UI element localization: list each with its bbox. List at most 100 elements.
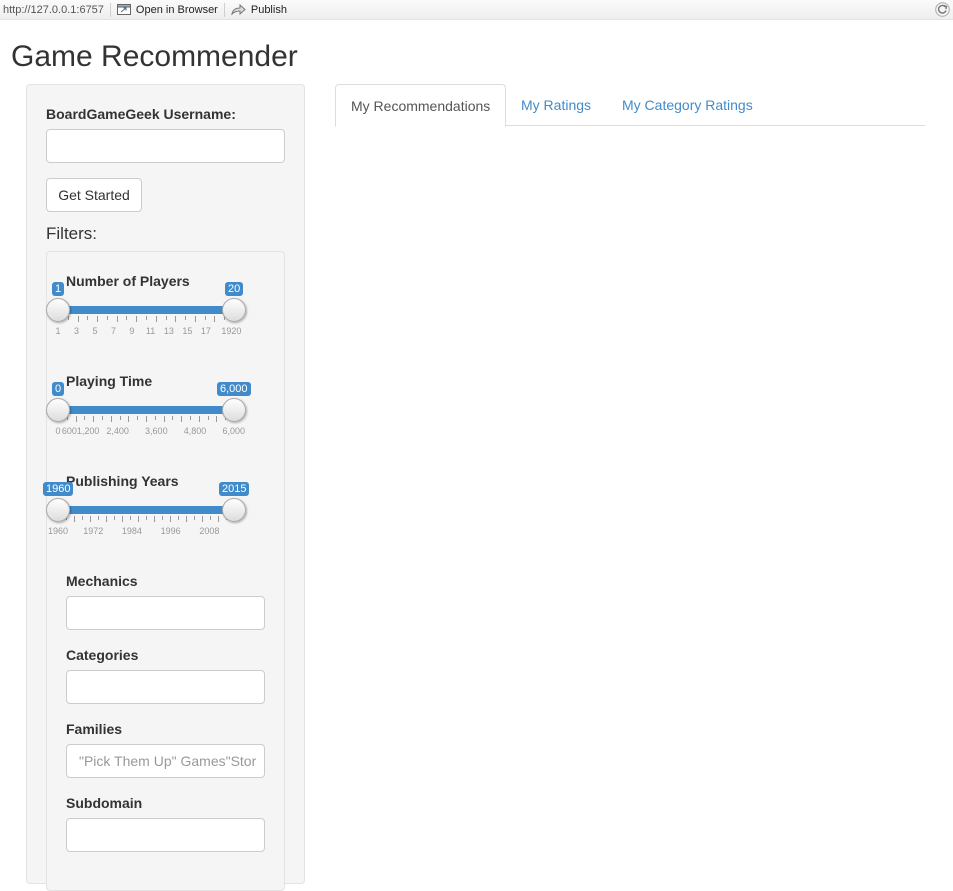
slider-ticks bbox=[58, 316, 235, 324]
slider-tick-label: 1 bbox=[55, 326, 61, 336]
publish-label: Publish bbox=[250, 3, 287, 16]
slider-tick bbox=[138, 516, 139, 522]
slider-tick bbox=[87, 316, 89, 320]
families-input[interactable]: "Pick Them Up" Games"Stor bbox=[66, 744, 265, 778]
publishing-years-slider[interactable]: 1960 1972 1984 1996 2008 1960 2015 bbox=[43, 452, 286, 536]
slider-tick bbox=[90, 516, 91, 522]
slider-tick-label: 3 bbox=[73, 326, 79, 336]
slider-tick bbox=[155, 316, 157, 322]
slider-tick-label: 15 bbox=[182, 326, 193, 336]
slider-tick bbox=[214, 316, 216, 322]
get-started-button[interactable]: Get Started bbox=[46, 178, 142, 212]
slider-tick-label: 0 bbox=[55, 426, 61, 436]
slider-value-from: 1 bbox=[52, 282, 65, 296]
publish-button[interactable]: Publish bbox=[231, 3, 287, 16]
slider-ticks bbox=[58, 416, 235, 424]
slider-tick bbox=[165, 316, 167, 320]
slider-tick-label: 5 bbox=[92, 326, 98, 336]
slider-value-to: 2015 bbox=[219, 482, 250, 496]
slider-tick bbox=[102, 416, 103, 420]
slider-tick bbox=[198, 416, 200, 422]
slider-tick bbox=[178, 516, 179, 520]
subdomain-input[interactable] bbox=[66, 818, 265, 852]
slider-handle-from[interactable] bbox=[46, 498, 70, 522]
slider-tick bbox=[119, 416, 121, 420]
slider-tick bbox=[163, 416, 165, 422]
slider-handle-to[interactable] bbox=[222, 498, 246, 522]
slider-tick bbox=[190, 416, 191, 420]
slider-handle-to[interactable] bbox=[222, 398, 246, 422]
slider-tick bbox=[175, 316, 177, 322]
slider-tick-label: 2008 bbox=[199, 526, 220, 536]
slider-tick-label: 1996 bbox=[160, 526, 181, 536]
slider-tick-label: 1920 bbox=[221, 326, 242, 336]
slider-tick bbox=[84, 416, 86, 420]
slider-tick-label: 6001,200 bbox=[61, 426, 100, 436]
slider-tick bbox=[114, 516, 115, 520]
mechanics-input[interactable] bbox=[66, 596, 265, 630]
slider-handle-from[interactable] bbox=[46, 398, 70, 422]
slider-tick-label: 4,800 bbox=[183, 426, 207, 436]
slider-tick bbox=[110, 416, 112, 422]
slider-tick bbox=[186, 516, 187, 522]
slider-tick-label: 13 bbox=[163, 326, 174, 336]
playing-time-slider[interactable]: 0 6001,200 2,400 3,600 4,800 6,000 0 6,000 bbox=[46, 352, 286, 436]
slider-tick bbox=[207, 416, 209, 420]
username-label: BoardGameGeek Username: bbox=[46, 106, 236, 122]
slider-handle-from[interactable] bbox=[46, 298, 70, 322]
tab-my-recommendations[interactable]: My Recommendations bbox=[335, 84, 507, 127]
open-in-browser-button[interactable]: Open in Browser bbox=[116, 4, 218, 16]
slider-tick bbox=[126, 316, 128, 320]
slider-tick bbox=[82, 516, 83, 520]
slider-tick-label: 3,600 bbox=[145, 426, 168, 436]
slider-range-bar bbox=[58, 406, 234, 414]
slider-tick-label: 1984 bbox=[121, 526, 142, 536]
slider-range-bar bbox=[58, 306, 234, 314]
slider-value-to: 20 bbox=[225, 282, 244, 296]
mechanics-label: Mechanics bbox=[66, 573, 138, 589]
slider-tick bbox=[136, 316, 138, 322]
slider-tick bbox=[210, 516, 211, 520]
slider-tick-label: 6,000 bbox=[222, 426, 246, 436]
refresh-icon[interactable] bbox=[935, 2, 950, 20]
slider-tick bbox=[194, 516, 195, 520]
slider-tick bbox=[130, 516, 131, 520]
slider-tick-label: 1960 bbox=[48, 526, 69, 536]
slider-tick bbox=[77, 316, 79, 322]
username-input[interactable] bbox=[46, 129, 285, 163]
slider-tick bbox=[194, 316, 196, 322]
slider-tick bbox=[185, 316, 187, 320]
slider-tick bbox=[170, 516, 171, 522]
categories-input[interactable] bbox=[66, 670, 265, 704]
slider-tick bbox=[146, 416, 147, 422]
players-slider[interactable]: 1 3 5 7 9 11 13 15 17 1920 1 20 bbox=[46, 252, 286, 336]
slider-tick bbox=[128, 416, 130, 422]
slider-tick bbox=[97, 316, 99, 322]
filters-panel: Number of Players 1 3 5 7 9 11 13 15 17 1920 1 20 P… bbox=[43, 251, 286, 891]
filters-heading: Filters: bbox=[46, 224, 97, 243]
slider-value-from: 1960 bbox=[43, 482, 74, 496]
open-in-browser-icon bbox=[116, 4, 131, 15]
tab-my-category-ratings[interactable]: My Category Ratings bbox=[607, 84, 768, 126]
slider-tick bbox=[75, 416, 77, 422]
slider-handle-to[interactable] bbox=[222, 298, 246, 322]
slider-value-to: 6,000 bbox=[217, 382, 251, 396]
slider-tick bbox=[146, 516, 147, 520]
slider-tick bbox=[181, 416, 183, 422]
slider-tick bbox=[154, 516, 155, 522]
slider-tick bbox=[172, 416, 174, 420]
toolbar-divider bbox=[223, 2, 225, 17]
slider-tick-label: 2,400 bbox=[106, 426, 129, 436]
tab-my-ratings[interactable]: My Ratings bbox=[506, 84, 606, 126]
slider-tick bbox=[74, 516, 75, 522]
families-label: Families bbox=[66, 721, 123, 737]
page-title: Game Recommender bbox=[11, 40, 298, 73]
slider-tick-label: 9 bbox=[129, 326, 135, 336]
slider-tick bbox=[162, 516, 163, 520]
categories-label: Categories bbox=[66, 647, 139, 663]
slider-tick bbox=[216, 416, 218, 422]
slider-tick bbox=[218, 516, 219, 522]
slider-tick-label: 7 bbox=[110, 326, 116, 336]
slider-tick bbox=[106, 516, 107, 522]
slider-range-bar bbox=[58, 506, 234, 514]
